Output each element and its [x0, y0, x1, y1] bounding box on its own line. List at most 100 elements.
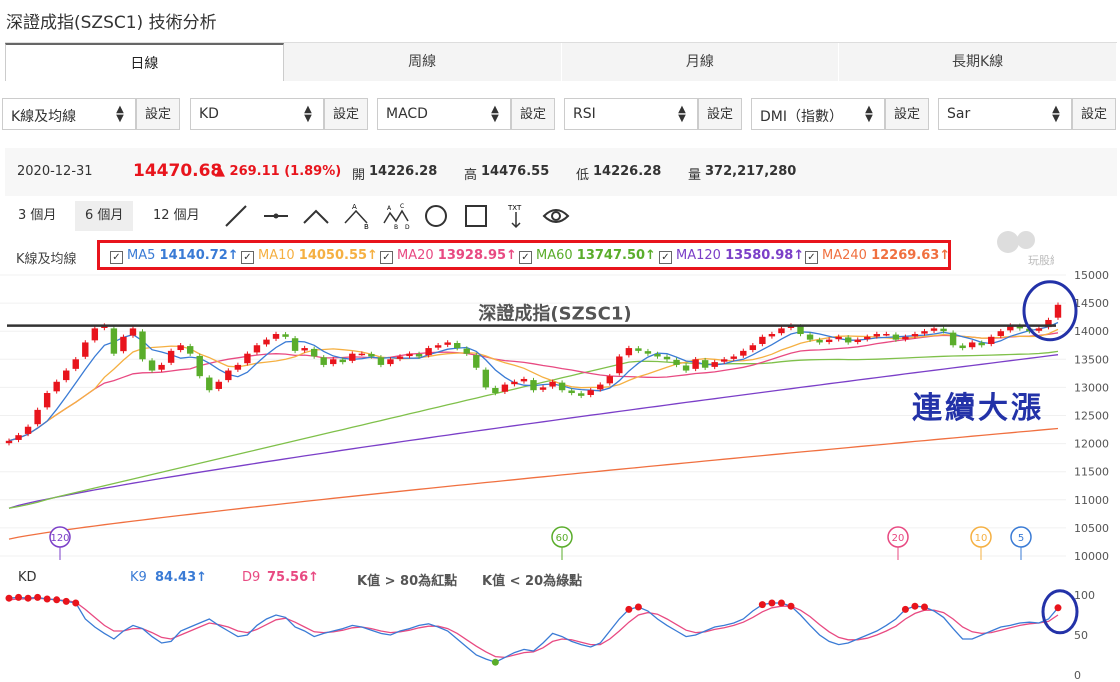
candle: [558, 382, 566, 391]
range-3m-button[interactable]: 3 個月: [8, 201, 66, 231]
dmi-settings-button[interactable]: 設定: [885, 98, 929, 130]
candle: [577, 393, 585, 396]
rsi-settings-button[interactable]: 設定: [698, 98, 742, 130]
candle: [129, 328, 137, 336]
candle: [673, 359, 680, 365]
dmi-select[interactable]: DMI（指數） ▲ ▼ 設定: [751, 98, 929, 130]
ma5-legend[interactable]: ✓ MA5 14140.72↑: [110, 248, 239, 264]
ma240-legend[interactable]: ✓ MA240 12269.63↑: [805, 248, 950, 264]
abcd-pattern-icon[interactable]: A B C D: [382, 202, 410, 230]
checkbox-icon[interactable]: ✓: [380, 251, 393, 264]
y-tick-label: 11500: [1074, 466, 1109, 479]
text-tool-icon[interactable]: TXT: [502, 202, 530, 230]
candle: [358, 353, 366, 356]
kline-select[interactable]: K線及均線 ▲ ▼ 設定: [2, 98, 180, 130]
rsi-select[interactable]: RSI ▲ ▼ 設定: [564, 98, 742, 130]
candle: [768, 334, 776, 337]
low-value: 14226.28: [593, 164, 662, 179]
candle: [568, 390, 575, 394]
k9-label: K9: [130, 570, 147, 585]
ma60-value: 13747.50↑: [576, 248, 656, 263]
candle: [549, 381, 556, 387]
checkbox-icon[interactable]: ✓: [659, 251, 672, 264]
candle: [24, 426, 32, 434]
candle: [425, 348, 432, 356]
candle: [492, 387, 499, 394]
horizontal-line-icon[interactable]: [262, 202, 290, 230]
candle: [959, 345, 966, 349]
kline-settings-button[interactable]: 設定: [136, 98, 180, 130]
candle: [473, 355, 480, 368]
candle: [711, 362, 718, 367]
candle: [196, 355, 203, 377]
y-tick-label: 15000: [1074, 270, 1109, 282]
kd-red-dot: [911, 602, 919, 610]
ma60-legend[interactable]: ✓ MA60 13747.50↑: [519, 248, 656, 264]
low-label: 低: [576, 168, 590, 183]
candle: [272, 334, 280, 339]
volume-label: 量: [688, 168, 702, 183]
ma-panel-label: K線及均線: [16, 252, 77, 267]
kd-highlight-circle: [1041, 589, 1079, 635]
quote-change: ▲ 269.11 (1.89%): [215, 164, 342, 179]
circle-tool-icon[interactable]: [422, 202, 450, 230]
eye-icon[interactable]: [542, 202, 570, 230]
sar-select[interactable]: Sar ▲ ▼ 設定: [938, 98, 1116, 130]
rect-tool-icon[interactable]: [462, 202, 490, 230]
d9-line: [8, 597, 1059, 659]
candle: [43, 393, 51, 408]
candle: [63, 370, 70, 381]
kd-red-dot: [43, 595, 51, 603]
tab-long-term[interactable]: 長期K線: [839, 43, 1117, 81]
tab-monthly[interactable]: 月線: [561, 43, 840, 81]
range-6m-button[interactable]: 6 個月: [75, 201, 134, 231]
checkbox-icon[interactable]: ✓: [241, 251, 254, 264]
y-tick-label: 10000: [1074, 550, 1109, 560]
candle: [511, 381, 518, 385]
svg-text:B: B: [364, 223, 369, 230]
checkbox-icon[interactable]: ✓: [519, 251, 532, 264]
ma-marker-label: 10: [975, 533, 988, 544]
candle: [692, 359, 699, 369]
line-tool-icon[interactable]: [222, 202, 250, 230]
candle: [244, 353, 251, 364]
macd-select[interactable]: MACD ▲ ▼ 設定: [377, 98, 555, 130]
kd-chart[interactable]: 100 50 0: [0, 585, 1120, 682]
checkbox-icon[interactable]: ✓: [805, 251, 818, 264]
tab-weekly[interactable]: 周線: [283, 43, 562, 81]
ma120-legend[interactable]: ✓ MA120 13580.98↑: [659, 248, 804, 264]
kd-red-dot: [5, 594, 13, 602]
candle: [72, 359, 79, 369]
price-chart[interactable]: 15000 14500 14000 13500 13000 12500 12000 11500…: [0, 270, 1120, 560]
tab-daily[interactable]: 日線: [5, 43, 284, 81]
select-arrows-icon: ▲ ▼: [491, 104, 499, 124]
candle: [902, 336, 909, 340]
candle: [930, 328, 938, 331]
abc-pattern-icon[interactable]: AB: [342, 202, 370, 230]
ma240-line: [8, 427, 1059, 540]
macd-settings-button[interactable]: 設定: [511, 98, 555, 130]
y-tick-label: 10500: [1074, 522, 1109, 535]
open-label: 開: [352, 168, 366, 183]
candle: [454, 343, 461, 349]
kd-settings-button[interactable]: 設定: [324, 98, 368, 130]
kd-red-dot: [34, 593, 42, 601]
candle: [988, 336, 995, 344]
candle: [539, 387, 547, 390]
angle-icon[interactable]: [302, 202, 330, 230]
ma20-legend[interactable]: ✓ MA20 13928.95↑: [380, 248, 517, 264]
select-arrows-icon: ▲ ▼: [678, 104, 686, 124]
candle: [625, 348, 633, 356]
range-12m-button[interactable]: 12 個月: [143, 201, 210, 231]
candle: [597, 384, 604, 390]
sar-settings-button[interactable]: 設定: [1072, 98, 1116, 130]
candle: [949, 332, 957, 346]
candle: [206, 377, 213, 391]
checkbox-icon[interactable]: ✓: [110, 251, 123, 264]
ma120-line: [8, 354, 1059, 509]
candle: [501, 384, 509, 392]
kd-red-dot: [53, 596, 61, 604]
ma10-legend[interactable]: ✓ MA10 14050.55↑: [241, 248, 378, 264]
ma-marker-label: 120: [50, 533, 69, 544]
kd-select[interactable]: KD ▲ ▼ 設定: [190, 98, 368, 130]
